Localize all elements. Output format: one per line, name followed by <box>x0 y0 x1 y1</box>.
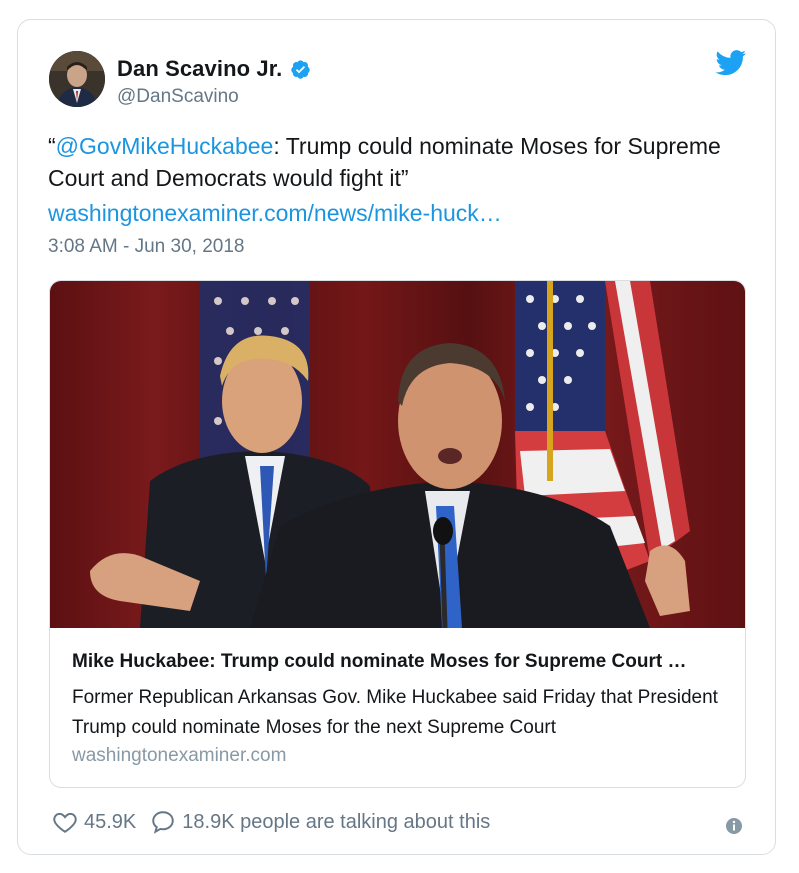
preview-title[interactable]: Mike Huckabee: Trump could nominate Mose… <box>72 651 732 673</box>
info-icon[interactable] <box>725 817 743 835</box>
preview-image <box>50 281 745 629</box>
speech-bubble-icon[interactable] <box>150 809 176 835</box>
open-quote: “ <box>48 133 56 159</box>
preview-domain: washingtonexaminer.com <box>72 745 287 766</box>
tweet-text: “@GovMikeHuckabee: Trump could nominate … <box>48 130 738 194</box>
preview-description: Former Republican Arkansas Gov. Mike Huc… <box>72 687 718 738</box>
talking-count[interactable]: 18.9K people are talking about this <box>182 811 490 834</box>
author-handle[interactable]: @DanScavino <box>117 86 239 108</box>
timestamp[interactable]: 3:08 AM - Jun 30, 2018 <box>48 236 244 258</box>
article-link[interactable]: washingtonexaminer.com/news/mike-huck… <box>48 200 502 227</box>
twitter-bird-icon[interactable] <box>715 50 747 76</box>
tweet-embed-card: Dan Scavino Jr. @DanScavino “@GovMikeHuc… <box>17 19 776 855</box>
avatar[interactable] <box>49 51 105 107</box>
mention-link[interactable]: @GovMikeHuckabee <box>56 133 274 159</box>
author-name[interactable]: Dan Scavino Jr. <box>117 56 282 82</box>
verified-badge-icon <box>290 59 311 80</box>
link-preview-card[interactable]: Mike Huckabee: Trump could nominate Mose… <box>49 280 746 788</box>
heart-icon[interactable] <box>52 809 78 835</box>
like-count[interactable]: 45.9K <box>84 811 136 834</box>
tweet-footer: 45.9K 18.9K people are talking about thi… <box>52 809 490 835</box>
